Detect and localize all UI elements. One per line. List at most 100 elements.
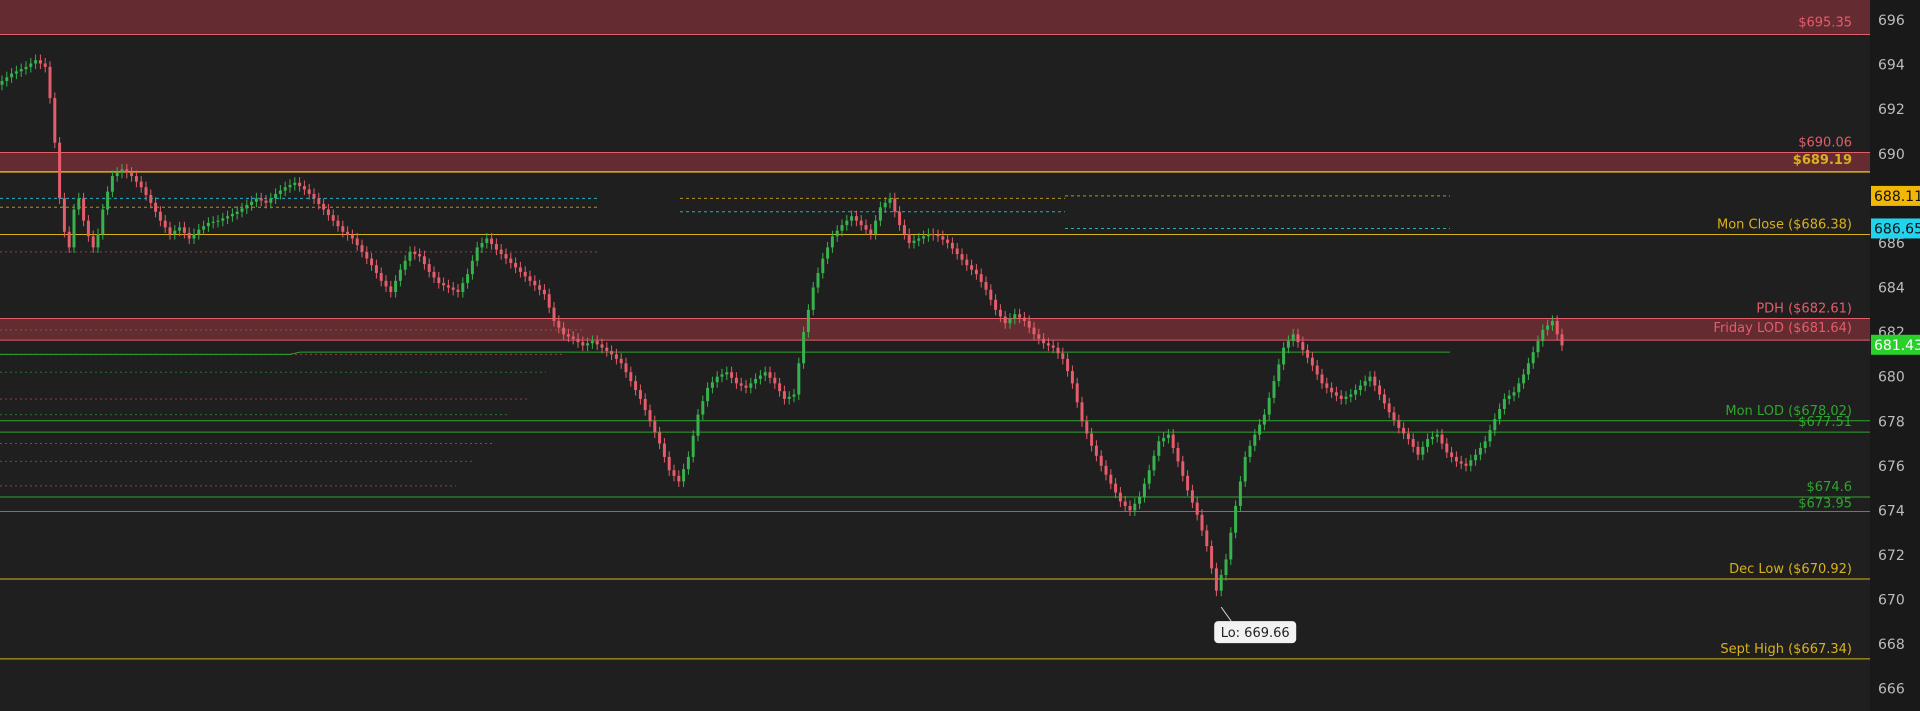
candle-body bbox=[101, 209, 105, 235]
candle-body bbox=[1210, 546, 1214, 569]
candle-body bbox=[178, 227, 182, 231]
axis-price-marker-label: 686.65 bbox=[1874, 221, 1920, 237]
candle-body bbox=[854, 216, 858, 221]
candle-body bbox=[1430, 436, 1434, 440]
candle-body bbox=[187, 232, 191, 239]
candle-body bbox=[1330, 387, 1334, 393]
candle-body bbox=[576, 338, 580, 343]
chart-background bbox=[0, 0, 1920, 711]
candle-body bbox=[1013, 314, 1017, 319]
candle-body bbox=[797, 363, 801, 395]
candle-body bbox=[1138, 497, 1142, 504]
candle-body bbox=[211, 221, 215, 223]
candle-body bbox=[115, 172, 119, 177]
low-callout-label: Lo: 669.66 bbox=[1221, 626, 1290, 641]
candle-body bbox=[437, 277, 441, 284]
candle-body bbox=[1262, 414, 1266, 425]
candle-body bbox=[326, 209, 330, 216]
candle-body bbox=[274, 193, 278, 199]
candle-body bbox=[691, 435, 695, 457]
candle-body bbox=[1243, 456, 1247, 482]
candle-body bbox=[34, 60, 38, 64]
candle-body bbox=[1061, 353, 1065, 359]
candle-body bbox=[0, 80, 4, 85]
candle-body bbox=[1008, 318, 1012, 324]
candle-body bbox=[5, 77, 9, 81]
candle-body bbox=[58, 142, 62, 199]
candle-body bbox=[1282, 347, 1286, 365]
candle-body bbox=[1334, 392, 1338, 396]
candle-body bbox=[754, 378, 758, 384]
candle-body bbox=[77, 198, 81, 210]
candle-body bbox=[1238, 481, 1242, 506]
candle-body bbox=[624, 363, 628, 373]
candle-body bbox=[346, 231, 350, 236]
candle-body bbox=[1550, 320, 1554, 326]
resistance-zone-1 bbox=[0, 0, 1870, 35]
candle-body bbox=[926, 234, 930, 237]
candle-body bbox=[960, 254, 964, 260]
candle-body bbox=[1032, 327, 1036, 335]
candle-body bbox=[898, 211, 902, 226]
candle-body bbox=[518, 267, 522, 272]
candle-body bbox=[734, 377, 738, 384]
candle-body bbox=[206, 222, 210, 227]
candle-body bbox=[1536, 341, 1540, 353]
candle-body bbox=[1171, 434, 1175, 448]
candle-body bbox=[374, 265, 378, 274]
candle-body bbox=[802, 332, 806, 364]
candle-body bbox=[1090, 433, 1094, 446]
candle-body bbox=[1066, 358, 1070, 372]
candle-body bbox=[341, 226, 345, 232]
candle-body bbox=[1286, 341, 1290, 348]
candle-body bbox=[835, 230, 839, 237]
candle-body bbox=[398, 269, 402, 281]
candle-body bbox=[1003, 316, 1007, 324]
candle-body bbox=[475, 247, 479, 261]
candle-body bbox=[1291, 334, 1295, 342]
candle-body bbox=[955, 248, 959, 255]
candle-body bbox=[446, 285, 450, 288]
y-axis-tick-label: 674 bbox=[1878, 503, 1905, 519]
level-label: Mon Close ($686.38) bbox=[1717, 217, 1852, 232]
candle-body bbox=[451, 287, 455, 290]
candle-body bbox=[595, 341, 599, 345]
candle-body bbox=[998, 309, 1002, 317]
candle-body bbox=[566, 334, 570, 337]
candle-body bbox=[1152, 455, 1156, 471]
candle-body bbox=[134, 176, 138, 182]
candle-body bbox=[600, 344, 604, 348]
candle-body bbox=[1469, 460, 1473, 466]
candle-body bbox=[182, 227, 186, 233]
candle-body bbox=[970, 265, 974, 270]
candle-body bbox=[1195, 502, 1199, 515]
candle-body bbox=[336, 220, 340, 227]
candle-body bbox=[557, 320, 561, 328]
candle-body bbox=[1483, 441, 1487, 448]
candle-body bbox=[173, 230, 177, 235]
candle-body bbox=[701, 401, 705, 415]
candle-body bbox=[408, 251, 412, 261]
candle-body bbox=[653, 421, 657, 433]
candle-body bbox=[883, 202, 887, 208]
candlestick-chart[interactable]: $695.35 $690.06 $689.19 Mon Close ($686.38)… bbox=[0, 0, 1920, 711]
candle-body bbox=[1512, 392, 1516, 396]
candle-body bbox=[830, 236, 834, 248]
candle-body bbox=[29, 63, 33, 67]
candle-body bbox=[994, 299, 998, 310]
candle-body bbox=[1507, 395, 1511, 399]
candle-body bbox=[1296, 334, 1300, 343]
candle-body bbox=[432, 271, 436, 278]
candle-body bbox=[130, 172, 134, 177]
candle-body bbox=[720, 374, 724, 377]
candle-body bbox=[1546, 325, 1550, 330]
candle-body bbox=[226, 216, 230, 219]
price-chart[interactable]: $695.35 $690.06 $689.19 Mon Close ($686.38)… bbox=[0, 0, 1920, 711]
candle-body bbox=[1416, 446, 1420, 455]
candle-body bbox=[1234, 505, 1238, 533]
candle-body bbox=[1181, 461, 1185, 476]
candle-body bbox=[1085, 421, 1089, 434]
candle-body bbox=[672, 470, 676, 476]
candle-body bbox=[1325, 383, 1329, 388]
candle-body bbox=[422, 256, 426, 265]
